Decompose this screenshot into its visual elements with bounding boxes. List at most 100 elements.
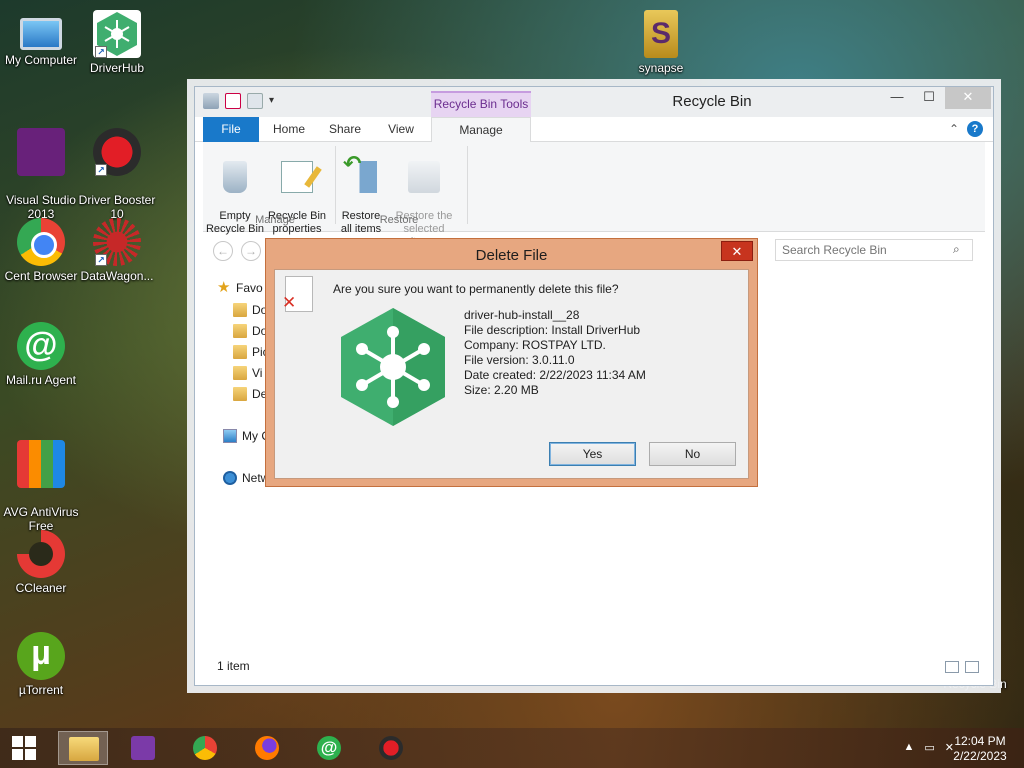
desktop-icon-my-computer[interactable]: My Computer bbox=[0, 10, 82, 67]
nav-item-downloads[interactable]: Do bbox=[233, 324, 267, 338]
desktop-icon-driver-booster[interactable]: ↗ Driver Booster 10 bbox=[76, 114, 158, 235]
view-toggle bbox=[945, 661, 979, 673]
desktop-icon-synapse[interactable]: synapse bbox=[620, 10, 702, 75]
desktop-icon-label: synapse bbox=[638, 61, 684, 75]
desktop-icon-mailru-agent[interactable]: Mail.ru Agent bbox=[0, 322, 82, 387]
desktop-icon-label: My Computer bbox=[4, 53, 78, 67]
dialog-title: Delete File bbox=[475, 247, 548, 264]
nav-item-pictures[interactable]: Pic bbox=[233, 345, 269, 359]
clock[interactable]: 12:04 PM 2/22/2023 bbox=[950, 734, 1010, 764]
forward-button[interactable]: → bbox=[241, 241, 261, 261]
restore-all-icon bbox=[343, 157, 377, 193]
restore-all-items-button[interactable]: Restore all items bbox=[329, 146, 393, 249]
desktop-icon-label: Driver Booster 10 bbox=[78, 193, 156, 221]
driver-booster-icon bbox=[379, 736, 403, 760]
tab-share[interactable]: Share bbox=[317, 117, 373, 142]
desktop-icon-cent-browser[interactable]: Cent Browser bbox=[0, 218, 82, 283]
clock-time: 12:04 PM bbox=[954, 734, 1006, 748]
desktop-icon-label: Cent Browser bbox=[4, 269, 78, 283]
desktop-icon-label: DataWagon... bbox=[80, 269, 154, 283]
dialog-close-button[interactable]: ✕ bbox=[721, 241, 753, 261]
dialog-body: Are you sure you want to permanently del… bbox=[274, 269, 749, 479]
cent-browser-icon bbox=[17, 218, 65, 266]
file-explorer-icon bbox=[69, 737, 99, 761]
mailru-agent-icon bbox=[17, 322, 65, 370]
nav-label: Vi bbox=[252, 366, 263, 380]
driverhub-logo-icon bbox=[341, 308, 445, 426]
collapse-ribbon-chevron-icon[interactable]: ⌃ bbox=[949, 122, 959, 136]
group-label-restore: Restore bbox=[379, 214, 419, 226]
desktop-icon-utorrent[interactable]: µTorrent bbox=[0, 632, 82, 697]
back-button[interactable]: ← bbox=[213, 241, 233, 261]
star-icon: ★ bbox=[217, 279, 231, 296]
start-icon bbox=[12, 736, 36, 760]
status-item-count: 1 item bbox=[217, 659, 250, 673]
no-button[interactable]: No bbox=[649, 442, 736, 466]
nav-favorites[interactable]: ★ Favo bbox=[217, 279, 263, 296]
desktop-icon-label: µTorrent bbox=[18, 683, 64, 697]
search-input[interactable] bbox=[775, 239, 973, 261]
ribbon: Empty Recycle Bin Recycle Bin properties… bbox=[203, 142, 985, 248]
desktop-icon-driverhub[interactable]: ↗ DriverHub bbox=[76, 10, 158, 75]
folder-icon bbox=[233, 303, 247, 317]
synapse-icon bbox=[644, 10, 678, 58]
visual-studio-icon bbox=[131, 736, 155, 760]
desktop-icon-avg-antivirus[interactable]: AVG AntiVirus Free bbox=[0, 426, 82, 547]
maximize-button[interactable]: ☐ bbox=[913, 87, 945, 109]
tab-home[interactable]: Home bbox=[261, 117, 317, 142]
desktop-icon-ccleaner[interactable]: CCleaner bbox=[0, 530, 82, 595]
nav-item-documents[interactable]: Do bbox=[233, 303, 267, 317]
network-icon[interactable]: ▭ bbox=[924, 741, 934, 754]
nav-item-desktop[interactable]: De bbox=[233, 387, 267, 401]
file-size: Size: 2.20 MB bbox=[464, 383, 539, 397]
close-window-button[interactable]: ✕ bbox=[945, 87, 991, 109]
desktop-icon-label: AVG AntiVirus Free bbox=[3, 505, 79, 533]
cent-browser-icon bbox=[193, 736, 217, 760]
driverhub-icon: ↗ bbox=[93, 10, 141, 58]
driver-booster-icon: ↗ bbox=[93, 128, 141, 176]
visual-studio-icon bbox=[17, 128, 65, 176]
file-date-created: Date created: 2/22/2023 11:34 AM bbox=[464, 368, 646, 382]
shortcut-arrow-icon: ↗ bbox=[95, 46, 107, 58]
details-view-icon[interactable] bbox=[945, 661, 959, 673]
file-description: File description: Install DriverHub bbox=[464, 323, 641, 337]
nav-network[interactable]: Netw bbox=[223, 471, 269, 485]
network-icon bbox=[223, 471, 237, 485]
datawagon-icon: ↗ bbox=[93, 218, 141, 266]
help-icon[interactable]: ? bbox=[967, 121, 983, 137]
folder-icon bbox=[233, 345, 247, 359]
tab-view[interactable]: View bbox=[373, 117, 429, 142]
show-hidden-icons-icon[interactable]: ▲ bbox=[903, 741, 914, 754]
nav-item-videos[interactable]: Vi bbox=[233, 366, 262, 380]
ccleaner-icon bbox=[17, 530, 65, 578]
window-controls: — ☐ ✕ bbox=[881, 87, 991, 109]
recycle-bin-properties-button[interactable]: Recycle Bin properties bbox=[265, 146, 329, 249]
yes-button[interactable]: Yes bbox=[549, 442, 636, 466]
title-bar[interactable]: ▾ Recycle Bin Tools Recycle Bin — ☐ ✕ bbox=[195, 87, 993, 117]
taskbar-file-explorer[interactable] bbox=[58, 731, 108, 765]
desktop-icon-visual-studio[interactable]: Visual Studio 2013 bbox=[0, 114, 82, 235]
file-info: driver-hub-install__28 File description:… bbox=[464, 308, 646, 398]
shortcut-arrow-icon: ↗ bbox=[95, 254, 107, 266]
ribbon-divider bbox=[467, 146, 468, 224]
minimize-button[interactable]: — bbox=[881, 87, 913, 109]
folder-icon bbox=[233, 324, 247, 338]
desktop-icon-datawagon[interactable]: ↗ DataWagon... bbox=[76, 218, 158, 283]
taskbar-driver-booster[interactable] bbox=[366, 731, 416, 765]
taskbar-cent-browser[interactable] bbox=[180, 731, 230, 765]
start-button[interactable] bbox=[0, 731, 50, 765]
large-icons-view-icon[interactable] bbox=[965, 661, 979, 673]
computer-icon bbox=[20, 18, 62, 50]
empty-recycle-bin-button[interactable]: Empty Recycle Bin bbox=[203, 146, 267, 249]
ribbon-right-controls: ⌃ ? bbox=[949, 121, 983, 137]
desktop-icon-label: DriverHub bbox=[89, 61, 144, 75]
taskbar: @ ▲ ▭ ✕ 12:04 PM 2/22/2023 bbox=[0, 728, 1024, 768]
tab-manage[interactable]: Manage bbox=[431, 117, 531, 143]
tab-file[interactable]: File bbox=[203, 117, 259, 142]
folder-icon bbox=[233, 366, 247, 380]
taskbar-firefox[interactable] bbox=[242, 731, 292, 765]
mailru-agent-icon: @ bbox=[317, 736, 341, 760]
taskbar-visual-studio[interactable] bbox=[118, 731, 168, 765]
taskbar-mailru-agent[interactable]: @ bbox=[304, 731, 354, 765]
desktop-icon-label: Mail.ru Agent bbox=[5, 373, 77, 387]
